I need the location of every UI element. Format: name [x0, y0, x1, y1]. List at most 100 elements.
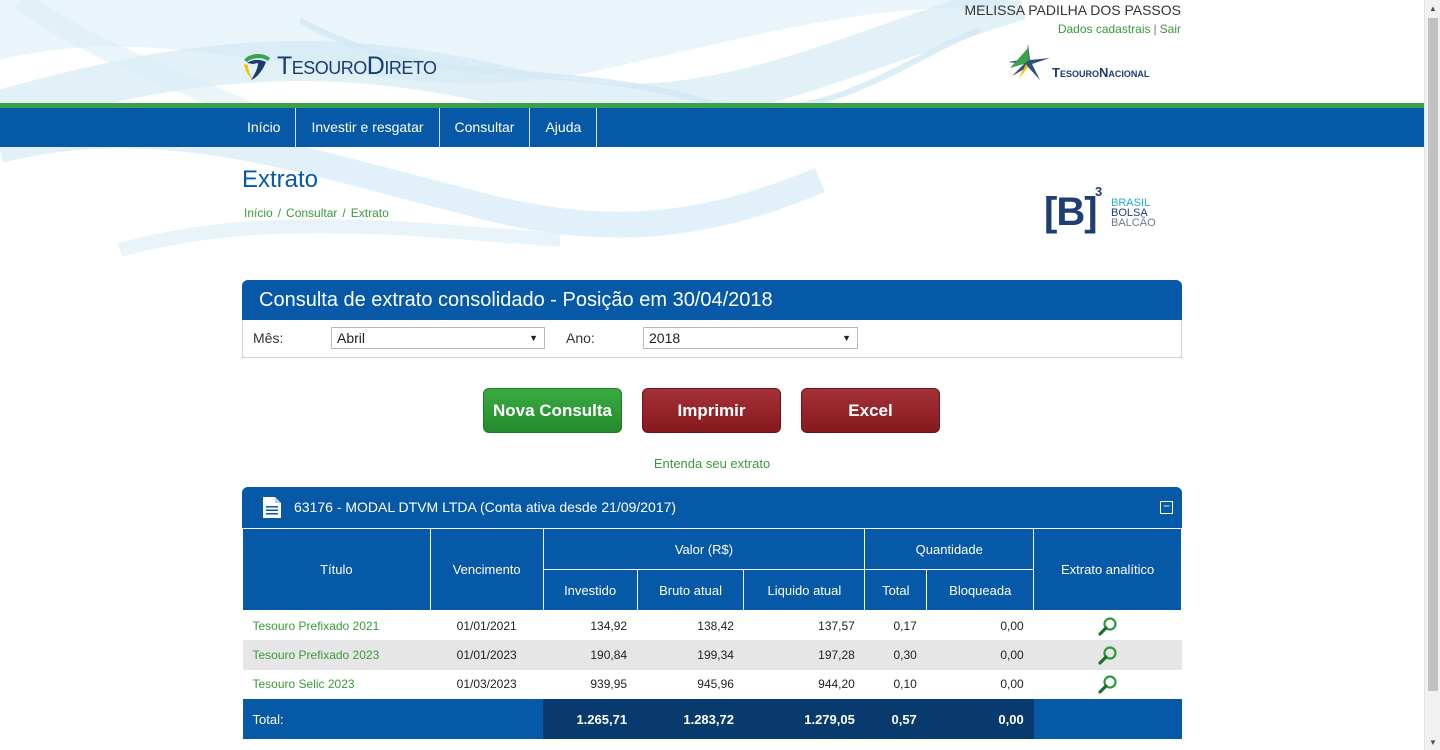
nav-item-inicio[interactable]: Início [232, 108, 297, 147]
totals-row: Total: 1.265,71 1.283,72 1.279,05 0,57 0… [242, 699, 1182, 739]
vencimento-cell: 01/01/2021 [456, 618, 517, 633]
breadcrumb-consultar[interactable]: Consultar [286, 206, 337, 220]
magnifier-icon[interactable] [1097, 645, 1118, 665]
extrato-analitico-cell [1034, 611, 1182, 641]
mes-label: Mês: [253, 330, 284, 346]
breadcrumb: Início / Consultar / Extrato [244, 206, 389, 220]
dados-cadastrais-link[interactable]: Dados cadastrais [1058, 22, 1151, 36]
extrato-table: Título Vencimento Valor (R$) Quantidade … [242, 528, 1182, 739]
chevron-down-icon: ▼ [842, 333, 851, 343]
mes-select[interactable]: Abril ▼ [331, 327, 545, 349]
b3-logo-words: BRASIL BOLSA BALCÃO [1111, 198, 1156, 229]
table-row: Tesouro Prefixado 2023 01/01/2023 190,84… [242, 640, 1182, 670]
b3-logo-superscript: 3 [1095, 184, 1103, 199]
ano-select[interactable]: 2018 ▼ [643, 327, 858, 349]
entenda-extrato-link-text[interactable]: Entenda seu extrato [654, 456, 770, 471]
main-navbar: Início Investir e resgatar Consultar Aju… [0, 108, 1424, 147]
nav-item-investir[interactable]: Investir e resgatar [296, 108, 440, 147]
extrato-analitico-cell [1034, 670, 1182, 700]
account-title: 63176 - MODAL DTVM LTDA (Conta ativa des… [294, 499, 677, 515]
nav-item-consultar[interactable]: Consultar [440, 108, 531, 147]
b3-logo-letter: [B] [1044, 190, 1098, 234]
account-header: 63176 - MODAL DTVM LTDA (Conta ativa des… [242, 487, 1182, 528]
liquido-cell: 944,20 [818, 677, 855, 692]
header-valor: Valor (R$) [542, 528, 866, 570]
header-bruto-atual: Bruto atual [636, 569, 745, 611]
liquido-cell: 137,57 [818, 618, 855, 633]
extrato-analitico-cell [1033, 640, 1182, 670]
investido-cell: 939,95 [590, 677, 628, 692]
ano-label: Ano: [566, 330, 595, 346]
titulo-link[interactable]: Tesouro Prefixado 2021 [243, 611, 431, 641]
tesouro-direto-logo[interactable]: TesouroDireto [241, 50, 437, 82]
titulo-link[interactable]: Tesouro Selic 2023 [243, 670, 431, 700]
scroll-up-arrow-icon[interactable]: ▲ [1425, 0, 1440, 16]
ano-select-value: 2018 [649, 330, 681, 346]
excel-button[interactable]: Excel [801, 388, 940, 433]
quantidade-total-cell: 0,17 [893, 618, 917, 633]
tesouro-nacional-logo[interactable]: TesouroNacional [1006, 42, 1182, 82]
bruto-cell: 945,96 [697, 677, 734, 692]
vencimento-cell: 01/03/2023 [456, 677, 517, 692]
breadcrumb-extrato[interactable]: Extrato [351, 206, 389, 220]
header-investido: Investido [542, 569, 638, 611]
vertical-scrollbar[interactable]: ▲ ▼ [1424, 0, 1440, 750]
vencimento-cell: 01/01/2023 [430, 640, 544, 670]
nav-item-ajuda[interactable]: Ajuda [530, 108, 598, 147]
breadcrumb-inicio[interactable]: Início [244, 206, 273, 220]
main-nav: Início Investir e resgatar Consultar Aju… [232, 108, 598, 147]
nova-consulta-button[interactable]: Nova Consulta [483, 388, 622, 433]
totals-label: Total: [242, 699, 544, 739]
header-quantidade: Quantidade [864, 528, 1035, 570]
quantidade-total-cell: 0,30 [864, 640, 927, 670]
investido-cell: 190,84 [543, 640, 638, 670]
imprimir-button[interactable]: Imprimir [642, 388, 781, 433]
totals-empty-cell [1033, 699, 1182, 739]
investido-cell: 134,92 [590, 618, 628, 633]
quantidade-bloqueada-cell: 0,00 [1000, 618, 1024, 633]
header-titulo: Título [242, 528, 431, 611]
scrollbar-thumb[interactable] [1428, 18, 1438, 691]
tesouro-direto-logo-text: TesouroDireto [277, 51, 437, 80]
user-links: Dados cadastrais | Sair [1058, 22, 1181, 36]
breadcrumb-separator: / [342, 206, 346, 220]
header-liquido-atual: Liquido atual [743, 569, 866, 611]
breadcrumb-separator: / [277, 206, 282, 220]
header-extrato-analitico: Extrato analítico [1033, 528, 1182, 611]
chevron-down-icon: ▼ [529, 333, 538, 343]
page-title: Extrato [242, 166, 319, 193]
liquido-cell: 197,28 [743, 640, 865, 670]
consulta-panel-body: Mês: Abril ▼ Ano: 2018 ▼ [242, 320, 1182, 358]
entenda-extrato-link: Entenda seu extrato [0, 456, 1424, 471]
magnifier-icon[interactable] [1097, 616, 1118, 636]
quantidade-total-cell: 0,10 [893, 677, 917, 692]
b3-word-balcao: BALCÃO [1111, 217, 1156, 229]
magnifier-icon[interactable] [1097, 674, 1118, 694]
consulta-panel-title: Consulta de extrato consolidado - Posiçã… [242, 280, 1182, 320]
bruto-cell: 199,34 [637, 640, 744, 670]
totals-quantidade-total: 0,57 [864, 699, 927, 739]
header-bloqueada: Bloqueada [926, 569, 1035, 611]
collapse-icon[interactable]: − [1160, 500, 1173, 514]
titulo-link[interactable]: Tesouro Prefixado 2023 [242, 640, 431, 670]
tesouro-direto-logo-icon [244, 54, 270, 80]
quantidade-bloqueada-cell: 0,00 [926, 640, 1034, 670]
totals-bruto: 1.283,72 [637, 699, 744, 739]
totals-liquido: 1.279,05 [743, 699, 865, 739]
tesouro-nacional-star-icon [1008, 44, 1050, 80]
mes-select-value: Abril [337, 330, 366, 346]
sair-link[interactable]: Sair [1160, 22, 1181, 36]
document-icon [263, 497, 281, 518]
header-total: Total [864, 569, 928, 611]
header-vencimento: Vencimento [429, 528, 544, 611]
bruto-cell: 138,42 [697, 618, 734, 633]
user-links-separator: | [1153, 22, 1157, 36]
scroll-down-arrow-icon[interactable]: ▼ [1425, 734, 1440, 750]
totals-quantidade-bloqueada: 0,00 [926, 699, 1034, 739]
user-name: MELISSA PADILHA DOS PASSOS [964, 2, 1181, 18]
quantidade-bloqueada-cell: 0,00 [1000, 677, 1024, 692]
b3-logo: [B] 3 BRASIL BOLSA BALCÃO [1044, 184, 1164, 238]
tesouro-nacional-logo-text: TesouroNacional [1052, 65, 1150, 80]
table-row: Tesouro Prefixado 2021 01/01/2021 134,92… [243, 611, 1182, 641]
table-row: Tesouro Selic 2023 01/03/2023 939,95 945… [243, 670, 1182, 700]
